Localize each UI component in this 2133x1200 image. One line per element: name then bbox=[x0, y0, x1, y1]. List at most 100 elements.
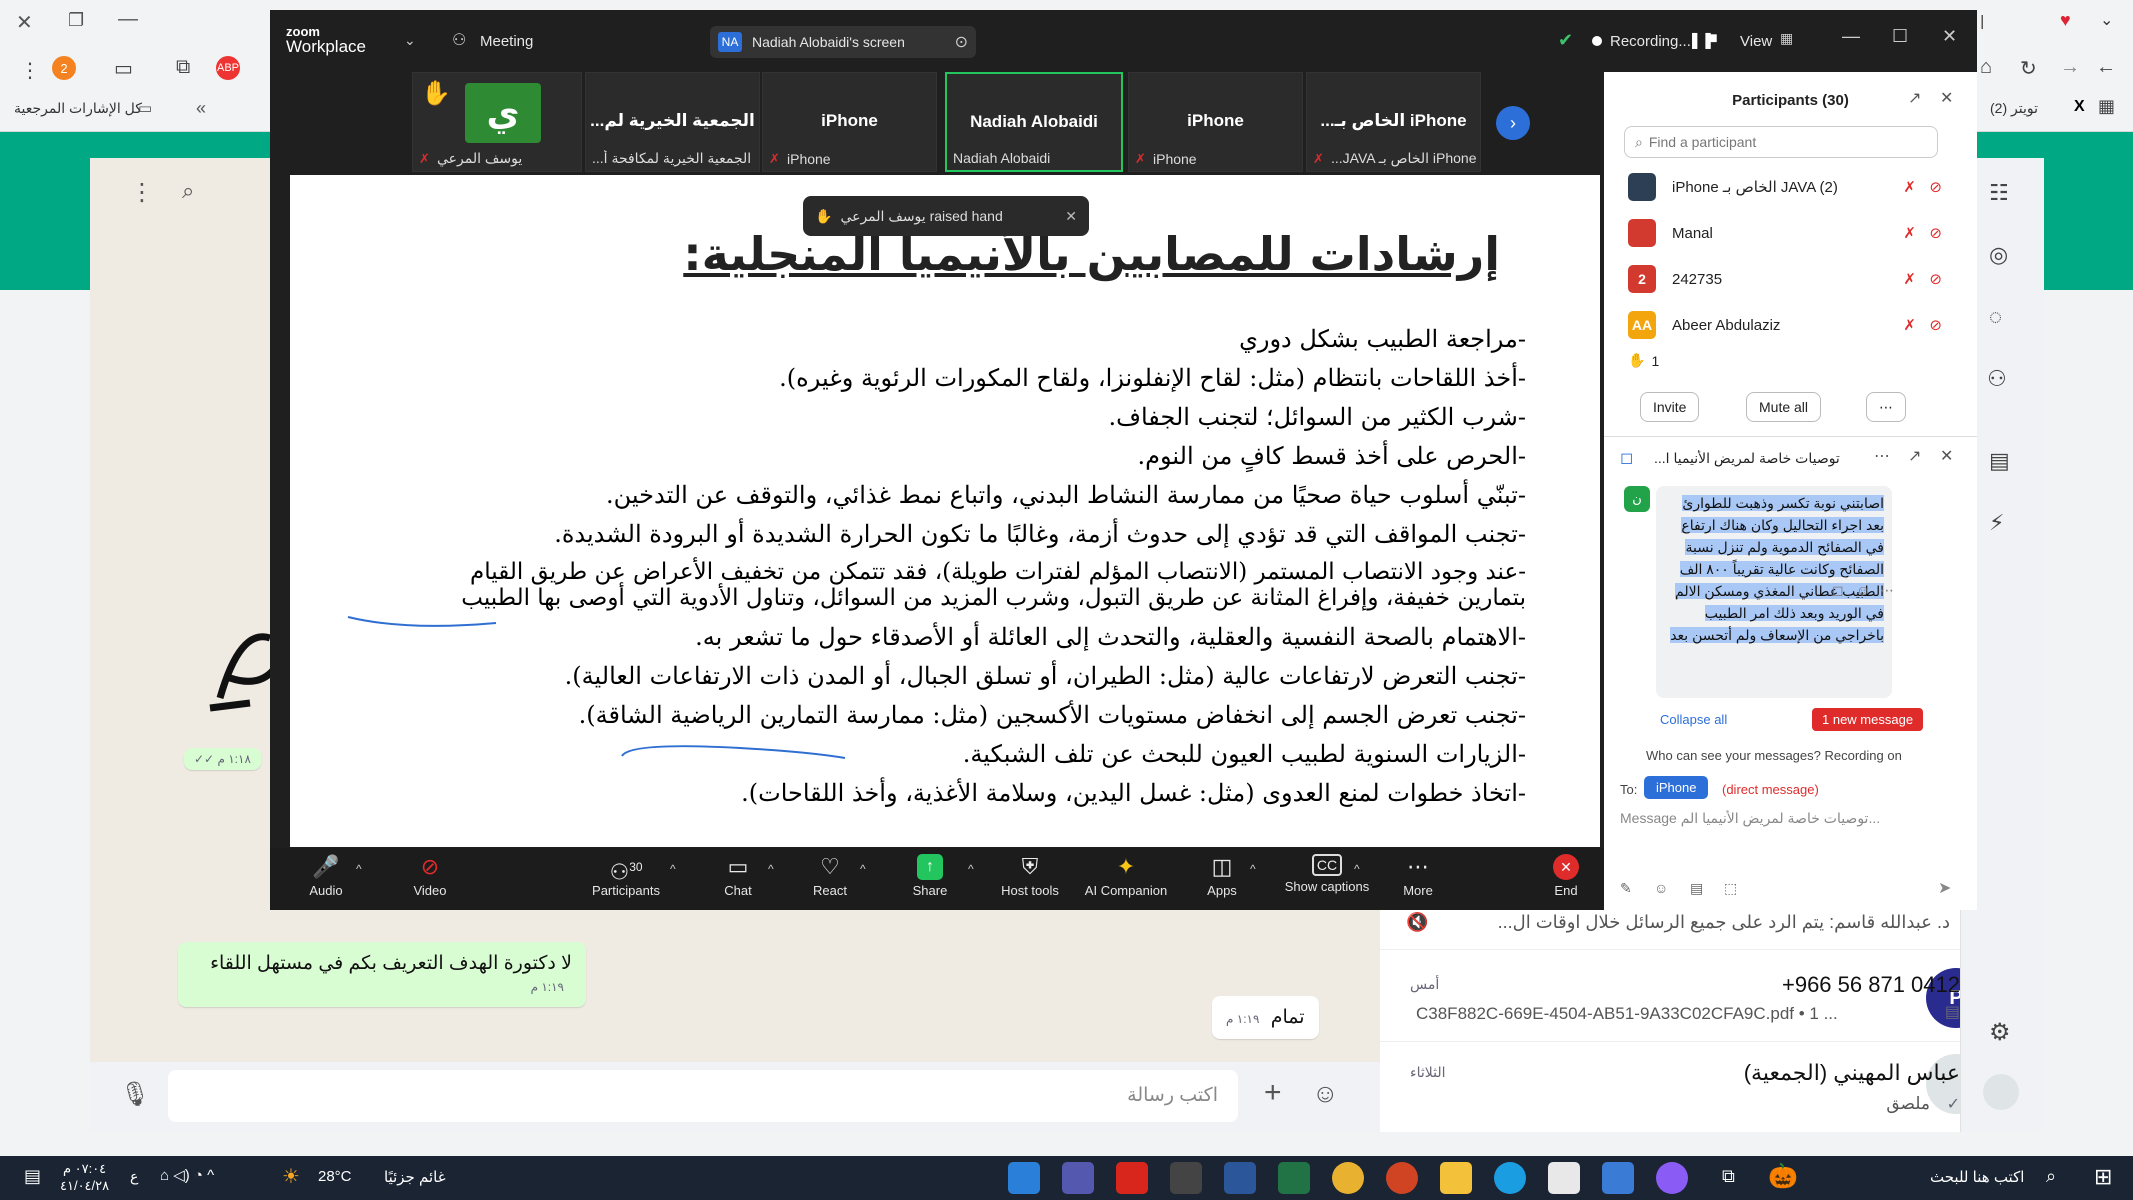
minimize-icon[interactable]: — bbox=[1842, 26, 1860, 47]
chrome-icon[interactable] bbox=[1332, 1162, 1364, 1194]
file-icon[interactable]: ▤ bbox=[1690, 880, 1703, 897]
chevron-up-icon[interactable]: ^ bbox=[356, 862, 362, 876]
forward-icon[interactable]: ← bbox=[2096, 56, 2116, 79]
video-thumbnail-active-speaker[interactable]: Nadiah Alobaidi Nadiah Alobaidi bbox=[945, 72, 1123, 172]
start-icon[interactable]: ⊞ bbox=[2094, 1164, 2112, 1190]
message-bubble[interactable]: تمام ١:١٩ م bbox=[1212, 996, 1319, 1039]
chevron-down-icon[interactable]: ⌄ bbox=[2100, 10, 2113, 30]
settings-icon[interactable]: ⚙ bbox=[1989, 1018, 2011, 1047]
participant-row[interactable]: AA Abeer Abdulaziz ✗ ⊘ bbox=[1604, 302, 1964, 348]
participant-search-input[interactable]: ⌕ Find a participant bbox=[1624, 126, 1938, 158]
message-bubble[interactable]: لا دكتورة الهدف التعريف بكم في مستهل الل… bbox=[178, 942, 586, 1007]
profile-avatar[interactable] bbox=[1983, 1074, 2019, 1110]
tools-icon[interactable]: ⚡ bbox=[1989, 510, 2004, 536]
emoji-icon[interactable]: ☺ bbox=[1312, 1078, 1339, 1109]
taskbar-search[interactable]: اكتب هنا للبحث bbox=[1930, 1168, 2024, 1186]
reply-icon[interactable]: ◻ bbox=[1832, 582, 1844, 599]
react-button[interactable]: ♡ React bbox=[790, 848, 870, 910]
extensions-icon[interactable]: ⧉ bbox=[176, 56, 190, 79]
more-icon[interactable]: ⋯ bbox=[1880, 582, 1894, 599]
acrobat-icon[interactable] bbox=[1116, 1162, 1148, 1194]
twitter-bookmark[interactable]: (2) تويتر bbox=[1990, 100, 2038, 117]
chevron-up-icon[interactable]: ^ bbox=[768, 862, 774, 876]
store-icon[interactable]: ▤ bbox=[1989, 448, 2010, 474]
excel-icon[interactable] bbox=[1278, 1162, 1310, 1194]
collapse-all-link[interactable]: Collapse all bbox=[1660, 712, 1727, 727]
microphone-icon[interactable]: 🎙 bbox=[120, 1080, 150, 1109]
popout-icon[interactable]: ↗ bbox=[1908, 88, 1921, 108]
close-icon[interactable]: ✕ bbox=[16, 10, 33, 35]
calculator-icon[interactable] bbox=[1170, 1162, 1202, 1194]
status-icon[interactable]: ◎ bbox=[1989, 242, 2008, 268]
stop-recording-icon[interactable]: ■ bbox=[1708, 30, 1718, 48]
video-thumbnail[interactable]: iPhone ✗ iPhone bbox=[1128, 72, 1303, 172]
apps-grid-icon[interactable]: ▦ bbox=[2098, 96, 2115, 117]
invite-button[interactable]: Invite bbox=[1640, 392, 1700, 422]
reload-icon[interactable]: ↻ bbox=[2020, 56, 2037, 81]
store-icon[interactable] bbox=[1602, 1162, 1634, 1194]
apps-button[interactable]: ◫ Apps bbox=[1182, 848, 1262, 910]
close-icon[interactable]: ✕ bbox=[1940, 88, 1953, 108]
emoji-icon[interactable]: ☺ bbox=[1654, 880, 1668, 896]
audio-button[interactable]: 🎤 Audio bbox=[286, 848, 366, 910]
maximize-icon[interactable]: ☐ bbox=[1892, 26, 1908, 47]
clock[interactable]: ٠٧:٠٤ م ٤١/٠٤/٢٨ bbox=[60, 1160, 109, 1194]
file-explorer-icon[interactable] bbox=[1440, 1162, 1472, 1194]
chat-list-item[interactable]: P +966 56 871 0412 أمس C38F882C-669E-450… bbox=[1380, 958, 1986, 1042]
meeting-label[interactable]: Meeting bbox=[480, 33, 533, 50]
close-icon[interactable]: ✕ bbox=[1940, 446, 1953, 466]
extension-badge[interactable]: 2 bbox=[52, 56, 76, 80]
snipping-tool-icon[interactable] bbox=[1008, 1162, 1040, 1194]
video-thumbnail[interactable]: ...الخاص بـ iPhone ✗ ...JAVA الخاص بـ iP… bbox=[1306, 72, 1481, 172]
weather-temp[interactable]: 28°C bbox=[318, 1168, 352, 1185]
restore-icon[interactable]: ❐ bbox=[68, 10, 84, 31]
participant-row[interactable]: iPhone الخاص بـ JAVA (2) ✗ ⊘ bbox=[1604, 164, 1964, 210]
message-input[interactable]: اكتب رسالة bbox=[168, 1070, 1238, 1122]
home-icon[interactable]: ⌂ bbox=[1980, 56, 1992, 79]
send-icon[interactable]: ➤ bbox=[1938, 878, 1951, 898]
chat-button[interactable]: ▭ Chat bbox=[698, 848, 778, 910]
notifications-icon[interactable]: ▤ bbox=[24, 1166, 41, 1187]
who-can-see-label[interactable]: Who can see your messages? Recording on bbox=[1646, 748, 1902, 763]
chevron-up-icon[interactable]: ^ bbox=[1250, 862, 1256, 876]
language-indicator[interactable]: ع bbox=[130, 1168, 138, 1185]
minimize-icon[interactable]: — bbox=[118, 8, 138, 31]
teams-icon[interactable] bbox=[1062, 1162, 1094, 1194]
screenshot-icon[interactable]: ⬚ bbox=[1724, 880, 1737, 897]
participants-button[interactable]: ⚇30 Participants bbox=[576, 848, 676, 910]
close-icon[interactable]: ✕ bbox=[1065, 208, 1077, 225]
adblock-icon[interactable]: ABP bbox=[216, 56, 240, 80]
participant-row[interactable]: 2 242735 ✗ ⊘ bbox=[1604, 256, 1964, 302]
word-icon[interactable] bbox=[1224, 1162, 1256, 1194]
chevron-up-icon[interactable]: ^ bbox=[1354, 862, 1360, 876]
share-button[interactable]: ↑ Share bbox=[890, 848, 970, 910]
new-message-button[interactable]: 1 new message bbox=[1812, 708, 1924, 731]
chats-icon[interactable]: ☷ bbox=[1989, 180, 2009, 206]
captions-button[interactable]: CC Show captions bbox=[1272, 848, 1382, 910]
more-icon[interactable]: ⊙ bbox=[955, 32, 968, 52]
channels-icon[interactable]: ◌ bbox=[1989, 304, 2002, 330]
end-button[interactable]: ✕ End bbox=[1526, 848, 1606, 910]
chevron-up-icon[interactable]: ^ bbox=[968, 862, 974, 876]
recipient-dropdown[interactable]: iPhone bbox=[1644, 776, 1709, 799]
menu-icon[interactable]: ⋮ bbox=[130, 178, 154, 207]
powerpoint-icon[interactable] bbox=[1386, 1162, 1418, 1194]
chevron-up-icon[interactable]: ^ bbox=[860, 862, 866, 876]
video-thumbnail[interactable]: ...الجمعية الخيرية لم ...الجمعية الخيرية… bbox=[585, 72, 760, 172]
menu-icon[interactable]: ⋮ bbox=[20, 58, 40, 83]
video-button[interactable]: ⊘ Video bbox=[390, 848, 470, 910]
chat-list-item[interactable]: عباس المهيني (الجمعية) الثلاثاء ملصق ✓ bbox=[1380, 1050, 1986, 1132]
more-options-button[interactable]: ⋯ bbox=[1866, 392, 1906, 422]
reading-list-icon[interactable]: ▭ bbox=[114, 56, 133, 81]
edge-icon[interactable] bbox=[1494, 1162, 1526, 1194]
view-button[interactable]: View bbox=[1740, 33, 1772, 50]
notepad-icon[interactable] bbox=[1548, 1162, 1580, 1194]
back-icon[interactable]: → bbox=[2060, 56, 2080, 79]
emoji-icon[interactable]: ☺ bbox=[1856, 582, 1870, 598]
communities-icon[interactable]: ⚇ bbox=[1987, 366, 2007, 392]
close-icon[interactable]: ✕ bbox=[1942, 26, 1957, 47]
bookmarks-label[interactable]: كل الإشارات المرجعية bbox=[14, 100, 142, 117]
chat-input[interactable]: Message توصيات خاصة لمريض الأنيميا الم..… bbox=[1620, 810, 1960, 827]
search-icon[interactable]: ⌕ bbox=[182, 178, 194, 204]
next-thumbnails-icon[interactable]: › bbox=[1496, 106, 1530, 140]
